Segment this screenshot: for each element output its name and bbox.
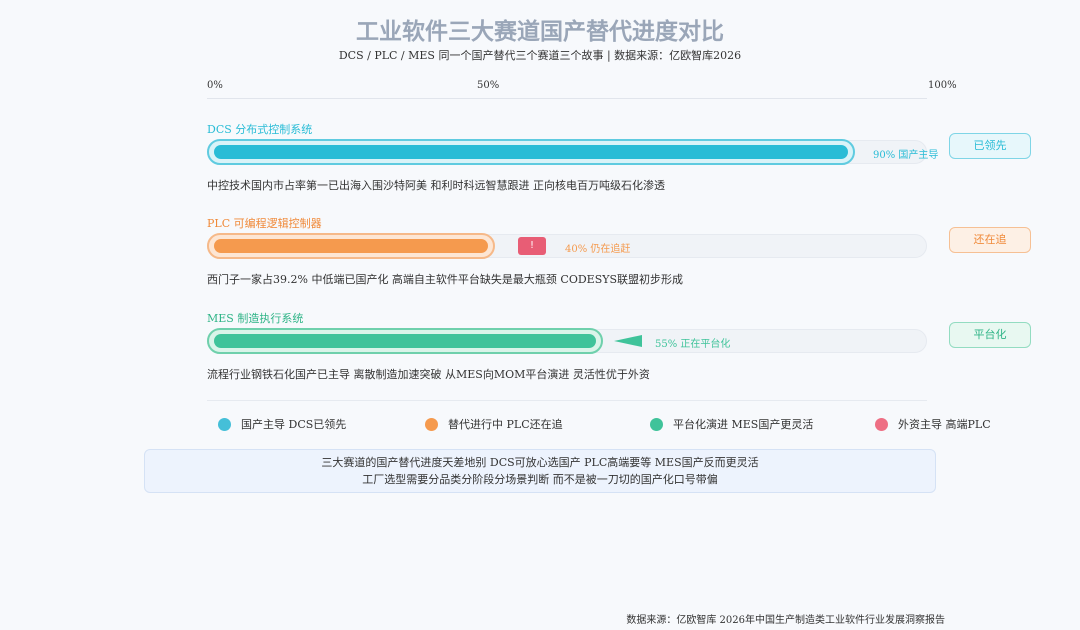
axis-line bbox=[207, 98, 927, 99]
summary-line-1: 三大赛道的国产替代进度天差地别 DCS可放心选国产 PLC高端要等 MES国产反… bbox=[321, 456, 759, 469]
bar-mes bbox=[207, 328, 603, 354]
category-label-plc: PLC 可编程逻辑控制器 bbox=[207, 217, 322, 230]
bar-note-dcs: 90% 国产主导 bbox=[873, 150, 939, 161]
legend-label: 平台化演进 MES国产更灵活 bbox=[673, 418, 814, 431]
pointer-arrow-icon bbox=[614, 335, 642, 347]
footer-source: 数据来源：亿欧智库 2026年中国生产制造类工业软件行业发展洞察报告 bbox=[626, 615, 945, 626]
legend-dot-icon bbox=[425, 417, 438, 431]
description-mes: 流程行业钢铁石化国产已主导 离散制造加速突破 从MES向MOM平台演进 灵活性优… bbox=[207, 368, 650, 381]
bar-fill-plc bbox=[214, 239, 488, 253]
axis-tick-0: 0% bbox=[207, 80, 223, 91]
bar-note-plc: 40% 仍在追赶 bbox=[565, 244, 631, 255]
description-plc: 西门子一家占39.2% 中低端已国产化 高端自主软件平台缺失是最大瓶颈 CODE… bbox=[207, 273, 684, 286]
summary-line-2: 工厂选型需要分品类分阶段分场景判断 而不是被一刀切的国产化口号带偏 bbox=[362, 473, 718, 486]
warning-badge: ! bbox=[518, 237, 546, 255]
category-label-dcs: DCS 分布式控制系统 bbox=[207, 123, 313, 136]
axis-tick-50: 50% bbox=[477, 80, 500, 91]
legend-dot-icon bbox=[650, 417, 663, 431]
bar-note-mes: 55% 正在平台化 bbox=[655, 339, 731, 350]
legend-dot-icon bbox=[218, 417, 231, 431]
bar-fill-dcs bbox=[214, 145, 848, 159]
legend-item-0: 国产主导 DCS已领先 bbox=[218, 416, 346, 432]
legend-label: 外资主导 高端PLC bbox=[898, 418, 991, 431]
page-subtitle: DCS / PLC / MES 同一个国产替代三个赛道三个故事 | 数据来源：亿… bbox=[338, 49, 742, 62]
bar-plc bbox=[207, 233, 495, 259]
legend-label: 替代进行中 PLC还在追 bbox=[448, 418, 563, 431]
description-dcs: 中控技术国内市占率第一已出海入围沙特阿美 和利时科远智慧跟进 正向核电百万吨级石… bbox=[207, 179, 665, 192]
legend-item-1: 替代进行中 PLC还在追 bbox=[425, 416, 563, 432]
category-label-mes: MES 制造执行系统 bbox=[207, 312, 304, 325]
axis-tick-100: 100% bbox=[928, 80, 957, 91]
legend-item-3: 外资主导 高端PLC bbox=[875, 416, 991, 432]
legend-item-2: 平台化演进 MES国产更灵活 bbox=[650, 416, 813, 432]
badge-plc: 还在追 bbox=[949, 227, 1031, 253]
legend-dot-icon bbox=[875, 417, 888, 431]
legend-label: 国产主导 DCS已领先 bbox=[241, 418, 347, 431]
legend-divider bbox=[207, 400, 927, 401]
bar-dcs bbox=[207, 139, 855, 165]
bar-fill-mes bbox=[214, 334, 596, 348]
summary-box: 三大赛道的国产替代进度天差地别 DCS可放心选国产 PLC高端要等 MES国产反… bbox=[144, 449, 936, 493]
badge-mes: 平台化 bbox=[949, 322, 1031, 348]
badge-dcs: 已领先 bbox=[949, 133, 1031, 159]
page-title: 工业软件三大赛道国产替代进度对比 bbox=[356, 19, 724, 45]
